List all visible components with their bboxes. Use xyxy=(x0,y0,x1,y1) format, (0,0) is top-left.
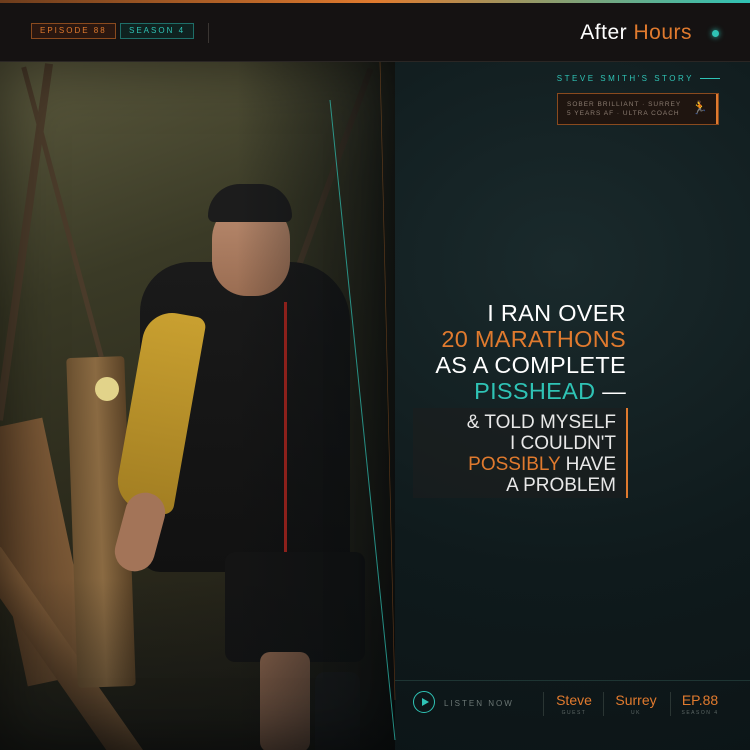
podcast-card: EPISODE 88 SEASON 4 After Hours STEVE SM… xyxy=(0,0,750,750)
subhead-line-2: I COULDN'T xyxy=(509,433,616,454)
guest-info-line-1: SOBER BRILLIANT · SURREY xyxy=(567,101,682,108)
footer-location: Surrey UK xyxy=(611,692,661,716)
guest-photo xyxy=(0,62,395,750)
subhead-line-3-rest: HAVE xyxy=(560,454,616,475)
subhead: & TOLD MYSELF I COULDN'T POSSIBLY HAVE A… xyxy=(467,412,616,496)
headline-highlight: PISSHEAD xyxy=(474,378,596,404)
footer-episode-label: SEASON 4 xyxy=(681,710,719,716)
brand-dot-icon xyxy=(712,30,719,37)
story-label-line xyxy=(700,78,720,80)
headline-line-4-rest: — xyxy=(595,378,626,404)
story-label-text: STEVE SMITH'S STORY xyxy=(556,74,694,83)
headline-line-1: I RAN OVER xyxy=(487,300,626,326)
footer-separator xyxy=(543,692,544,716)
runner-icon: 🏃 xyxy=(691,100,708,115)
headline-line-3: AS A COMPLETE xyxy=(435,352,626,378)
episode-badge: EPISODE 88 xyxy=(31,23,116,39)
play-button[interactable] xyxy=(413,691,435,713)
headline: I RAN OVER 20 MARATHONS AS A COMPLETE PI… xyxy=(435,300,626,404)
subhead-line-1: & TOLD MYSELF xyxy=(466,412,616,433)
story-label: STEVE SMITH'S STORY xyxy=(557,74,720,83)
brand-title: After Hours xyxy=(580,21,692,45)
footer-episode: EP.88 SEASON 4 xyxy=(678,692,722,716)
footer-separator xyxy=(603,692,604,716)
headline-line-4: PISSHEAD — xyxy=(435,378,626,404)
header-divider xyxy=(208,23,209,43)
footer-separator xyxy=(670,692,671,716)
header: EPISODE 88 SEASON 4 After Hours xyxy=(0,3,750,62)
footer-guest-label: GUEST xyxy=(561,710,587,716)
season-badge: SEASON 4 xyxy=(120,23,195,39)
info-box-accent-bar xyxy=(716,94,718,124)
footer-guest: Steve GUEST xyxy=(553,692,595,716)
brand-accent: Hours xyxy=(633,21,692,44)
headline-line-2: 20 MARATHONS xyxy=(441,326,626,352)
footer-location-label: UK xyxy=(631,710,641,716)
subhead-line-3: POSSIBLY HAVE xyxy=(467,454,616,475)
subhead-line-4: A PROBLEM xyxy=(506,475,616,496)
footer-guest-value: Steve xyxy=(556,692,592,708)
guest-info-line-2: 5 YEARS AF · ULTRA COACH xyxy=(567,110,680,117)
guest-info-box: SOBER BRILLIANT · SURREY 5 YEARS AF · UL… xyxy=(557,93,719,125)
subhead-box: & TOLD MYSELF I COULDN'T POSSIBLY HAVE A… xyxy=(413,408,628,498)
subhead-highlight: POSSIBLY xyxy=(468,454,561,475)
footer-divider xyxy=(395,680,750,681)
listen-now-link[interactable]: LISTEN NOW xyxy=(444,699,514,708)
footer-location-value: Surrey xyxy=(615,692,657,708)
brand-main: After xyxy=(580,21,628,44)
footer-episode-value: EP.88 xyxy=(681,692,719,708)
